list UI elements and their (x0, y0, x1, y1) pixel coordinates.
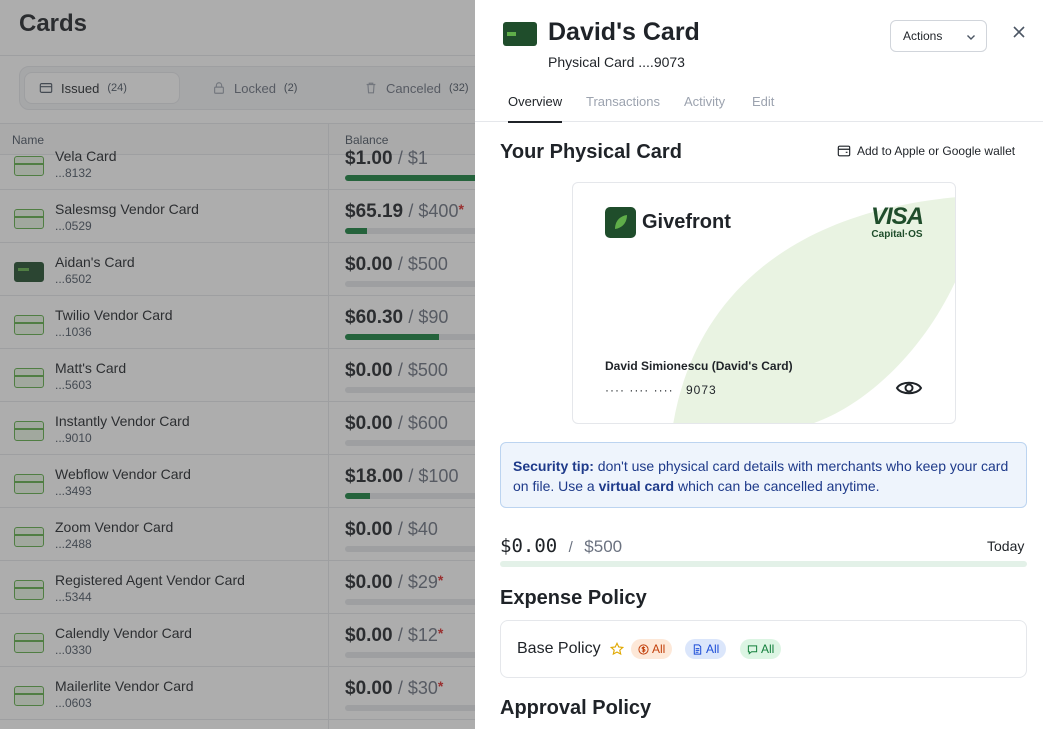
physical-card-preview: Givefront VISA Capital·OS David Simiones… (572, 182, 956, 424)
approval-policy-heading: Approval Policy (500, 697, 652, 719)
spend-period: Today (987, 538, 1025, 554)
modal-backdrop[interactable] (0, 0, 475, 729)
spent-amount: $0.00 (500, 535, 558, 557)
tag-label: All (761, 642, 775, 656)
expense-policy-heading: Expense Policy (500, 587, 647, 609)
policy-tag-spend: All (631, 639, 673, 659)
card-number: ···· ···· ···· 9073 (605, 383, 717, 397)
wallet-icon (837, 145, 851, 157)
tag-label: All (652, 642, 666, 656)
physical-card-icon (503, 22, 537, 46)
physical-card-heading: Your Physical Card (500, 141, 682, 163)
comment-icon (747, 644, 758, 655)
spend-summary: $0.00 / $500 (500, 535, 622, 557)
document-icon (693, 643, 702, 655)
chevron-down-icon (967, 35, 975, 40)
tip-text-end: which can be cancelled anytime. (674, 478, 880, 494)
tip-lead: Security tip: (513, 458, 594, 474)
policy-row[interactable]: Base Policy All All All (500, 620, 1027, 678)
star-icon (610, 642, 624, 656)
spend-limit: $500 (584, 537, 623, 556)
drawer-tabs: Overview Transactions Activity Edit (475, 88, 1043, 123)
masked-digits: ···· ···· ···· (605, 383, 674, 397)
add-to-wallet-link[interactable]: Add to Apple or Google wallet (837, 144, 1015, 158)
issuer-name: Capital·OS (871, 229, 923, 240)
givefront-logo: Givefront (605, 207, 731, 238)
drawer-title: David's Card (548, 18, 700, 46)
leaf-logo-icon (605, 207, 636, 238)
spend-progress-bar (500, 561, 1027, 567)
policy-tag-memo: All (740, 639, 782, 659)
cardholder-name: David Simionescu (David's Card) (605, 359, 793, 373)
brand-name: Givefront (642, 211, 731, 233)
tab-overview[interactable]: Overview (508, 94, 563, 123)
tab-activity[interactable]: Activity (684, 94, 725, 121)
card-detail-drawer: David's Card Physical Card ....9073 Acti… (475, 0, 1043, 729)
spend-separator: / (568, 539, 573, 556)
tab-edit[interactable]: Edit (752, 94, 774, 121)
tag-label: All (706, 642, 720, 656)
tab-transactions[interactable]: Transactions (586, 94, 660, 121)
visa-logo: VISA Capital·OS (870, 203, 924, 241)
policy-name: Base Policy (517, 640, 601, 657)
dollar-circle-icon (638, 643, 649, 655)
card-last4: 9073 (685, 383, 717, 397)
add-to-wallet-label: Add to Apple or Google wallet (857, 144, 1016, 158)
network-name: VISA (870, 203, 924, 230)
actions-dropdown[interactable]: Actions (890, 20, 987, 52)
drawer-subtitle: Physical Card ....9073 (548, 54, 685, 70)
security-tip-banner: Security tip: don't use physical card de… (500, 442, 1027, 508)
virtual-card-link[interactable]: virtual card (599, 478, 674, 494)
close-icon[interactable] (1011, 24, 1027, 40)
eye-icon[interactable] (895, 377, 923, 399)
actions-label: Actions (903, 29, 943, 43)
policy-tag-receipt: All (685, 639, 727, 659)
